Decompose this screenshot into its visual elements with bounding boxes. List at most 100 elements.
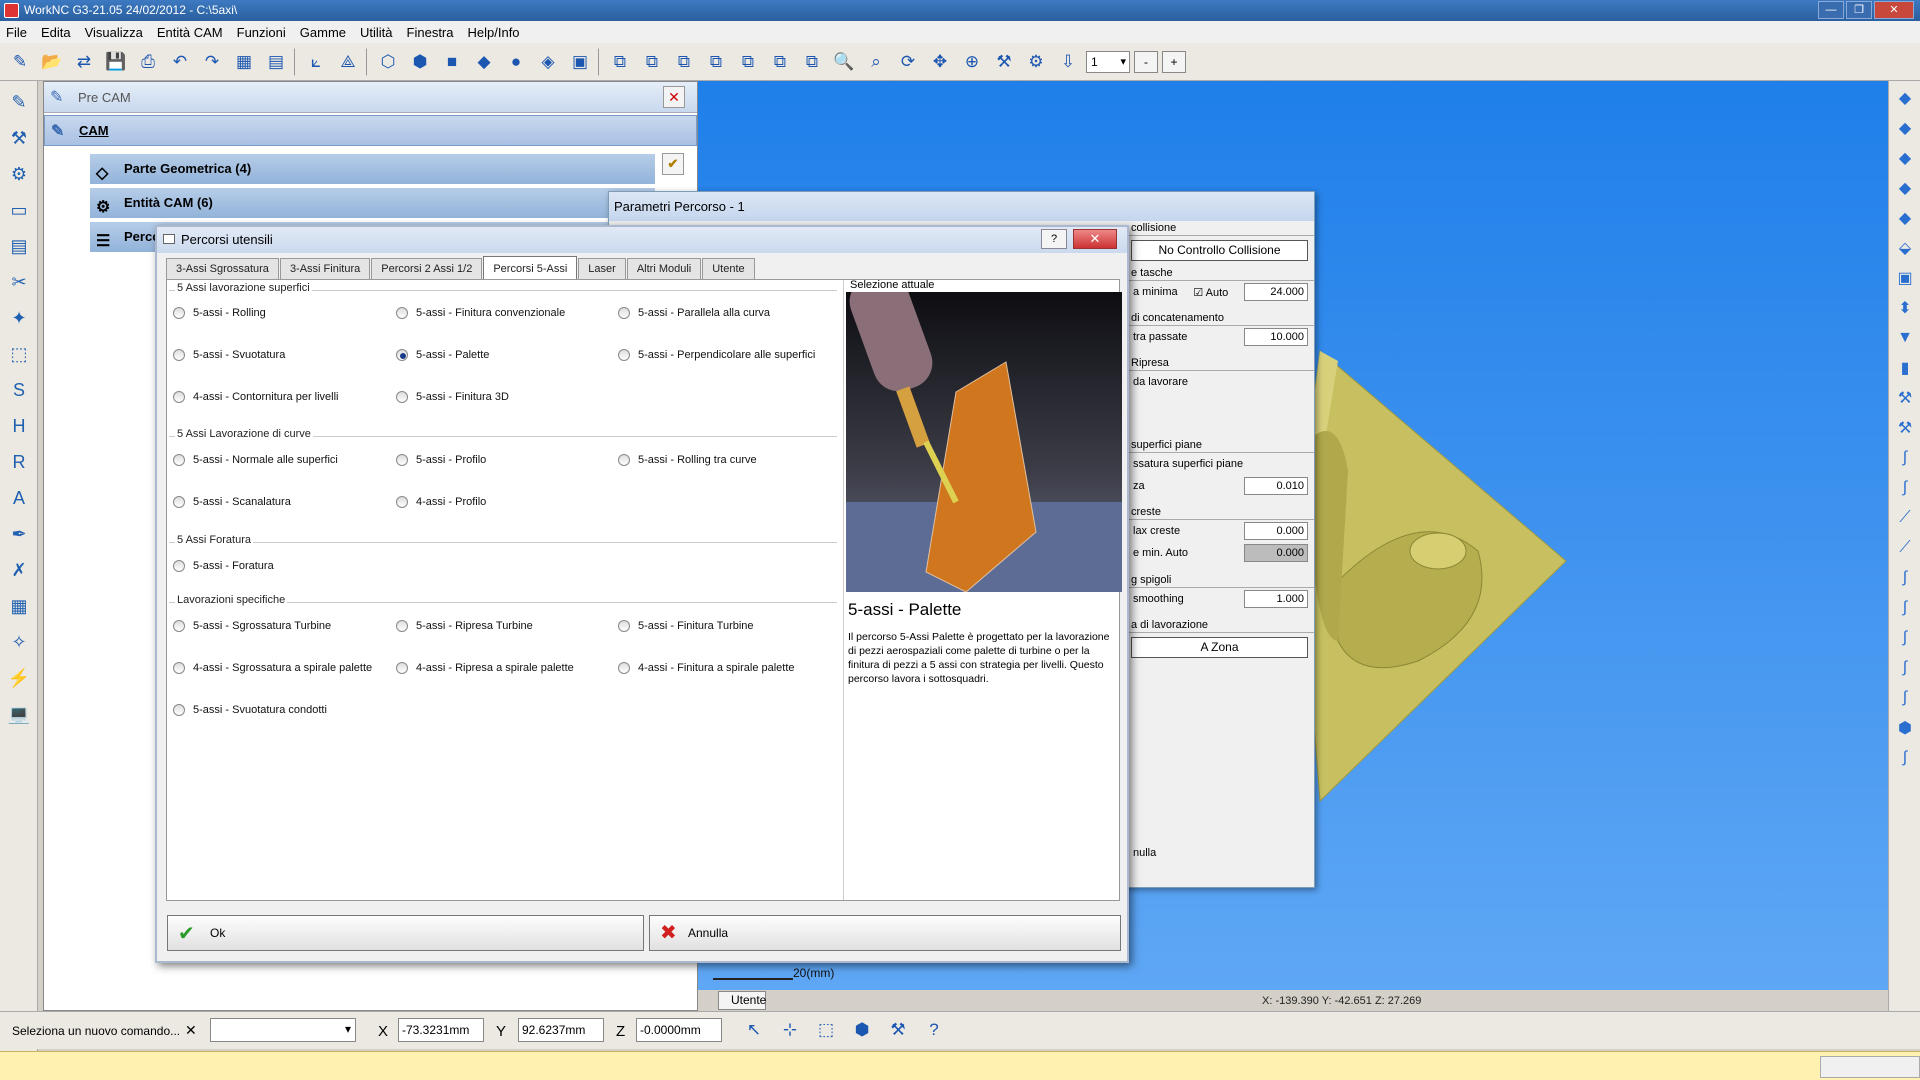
- zone-button[interactable]: A Zona: [1131, 637, 1308, 658]
- tab-laser[interactable]: Laser: [578, 258, 626, 280]
- tool-bar-icon[interactable]: ▮: [1892, 355, 1918, 381]
- radio-5assi-ripresa-turbine[interactable]: 5-assi - Ripresa Turbine: [396, 620, 533, 632]
- x-coordinate-input[interactable]: -73.3231mm: [398, 1018, 484, 1042]
- z-coordinate-input[interactable]: -0.0000mm: [636, 1018, 722, 1042]
- cam-header[interactable]: ✎ CAM ✔: [44, 115, 697, 175]
- radio-5assi-finitura-turbine[interactable]: 5-assi - Finitura Turbine: [618, 620, 754, 632]
- cancel-button[interactable]: ✖ Annulla: [649, 915, 1121, 951]
- min-value-input[interactable]: 24.000: [1243, 283, 1308, 301]
- path-1-icon[interactable]: ∫: [1892, 445, 1918, 471]
- tool-r-icon[interactable]: R: [4, 447, 34, 477]
- view-iso-icon[interactable]: ⬡: [374, 48, 402, 76]
- radio-5assi-palette[interactable]: 5-assi - Palette: [396, 349, 489, 361]
- layer-select[interactable]: 1: [1086, 50, 1130, 73]
- maximize-button[interactable]: ❐: [1846, 1, 1872, 19]
- view-bottom-icon[interactable]: ⧉: [766, 48, 794, 76]
- cancel-label[interactable]: nulla: [1133, 847, 1156, 859]
- menu-finestra[interactable]: Finestra: [407, 25, 454, 40]
- cube-blue-icon[interactable]: ◆: [1892, 145, 1918, 171]
- tab-3assi-finitura[interactable]: 3-Assi Finitura: [279, 258, 371, 280]
- radio-4assi-finitura-spirale[interactable]: 4-assi - Finitura a spirale palette: [618, 662, 795, 674]
- tool-magic-icon[interactable]: ✧: [4, 627, 34, 657]
- help-pointer-icon[interactable]: ?: [920, 1016, 948, 1044]
- tab-utente[interactable]: Utente: [702, 258, 755, 280]
- tab-utente[interactable]: Utente: [718, 991, 766, 1010]
- select-color-icon[interactable]: ⬢: [848, 1016, 876, 1044]
- radio-4assi-profilo[interactable]: 4-assi - Profilo: [396, 496, 486, 508]
- tab-altri-moduli[interactable]: Altri Moduli: [626, 258, 702, 280]
- view-color-icon[interactable]: ◈: [534, 48, 562, 76]
- auto-checkbox[interactable]: ☑ Auto: [1193, 286, 1228, 299]
- minimize-button[interactable]: —: [1818, 1, 1844, 19]
- print-icon[interactable]: ⎙: [134, 48, 162, 76]
- grid-icon[interactable]: ▦: [230, 48, 258, 76]
- help-button[interactable]: ?: [1041, 229, 1067, 249]
- tool-a-letter-icon[interactable]: A: [4, 483, 34, 513]
- import-icon[interactable]: ⇄: [70, 48, 98, 76]
- path-7-icon[interactable]: ∫: [1892, 625, 1918, 651]
- radio-5assi-rolling[interactable]: 5-assi - Rolling: [173, 307, 266, 319]
- menu-gamme[interactable]: Gamme: [300, 25, 346, 40]
- pan-icon[interactable]: ✥: [926, 48, 954, 76]
- check-icon[interactable]: ✔: [662, 153, 684, 175]
- tool-path-icon[interactable]: ⚒: [4, 123, 34, 153]
- zoom-window-icon[interactable]: ⌕: [862, 48, 890, 76]
- redo-icon[interactable]: ↷: [198, 48, 226, 76]
- drill-icon[interactable]: ⬙: [1892, 235, 1918, 261]
- view-wire-icon[interactable]: ⬢: [406, 48, 434, 76]
- close-button[interactable]: ✕: [1073, 229, 1117, 249]
- select-arrow-icon[interactable]: ↖: [740, 1016, 768, 1044]
- menu-edita[interactable]: Edita: [41, 25, 71, 40]
- save-icon[interactable]: 💾: [102, 48, 130, 76]
- tool-layer-icon[interactable]: ▤: [4, 231, 34, 261]
- view-front-icon[interactable]: ⧉: [638, 48, 666, 76]
- y-coordinate-input[interactable]: 92.6237mm: [518, 1018, 604, 1042]
- radio-5assi-sgrossatura-turbine[interactable]: 5-assi - Sgrossatura Turbine: [173, 620, 331, 632]
- radio-4assi-sgrossatura-spirale[interactable]: 4-assi - Sgrossatura a spirale palette: [173, 662, 372, 674]
- tool-holder-icon[interactable]: ⬍: [1892, 295, 1918, 321]
- tool-a-icon[interactable]: ⚒: [990, 48, 1018, 76]
- close-icon[interactable]: ✕: [663, 86, 685, 108]
- tool-b-icon[interactable]: ⚙: [1022, 48, 1050, 76]
- view-left-icon[interactable]: ⧉: [702, 48, 730, 76]
- tool-brush-icon[interactable]: ✎: [4, 87, 34, 117]
- plus-button[interactable]: +: [1162, 50, 1186, 73]
- tool-select-icon[interactable]: ⬚: [4, 339, 34, 369]
- cube-color-icon[interactable]: ◆: [1892, 175, 1918, 201]
- select-tool-icon[interactable]: ⚒: [884, 1016, 912, 1044]
- screen-icon[interactable]: ▣: [1892, 265, 1918, 291]
- view-shaded-icon[interactable]: ■: [438, 48, 466, 76]
- radio-4assi-contornitura[interactable]: 4-assi - Contornitura per livelli: [173, 391, 339, 403]
- tool-star-icon[interactable]: ✦: [4, 303, 34, 333]
- view-back-icon[interactable]: ⧉: [734, 48, 762, 76]
- path-5-icon[interactable]: ∫: [1892, 565, 1918, 591]
- radio-5assi-normale[interactable]: 5-assi - Normale alle superfici: [173, 454, 338, 466]
- tree-item-entita-cam[interactable]: ⚙ Entità CAM (6): [90, 188, 655, 218]
- new-file-icon[interactable]: ✎: [6, 48, 34, 76]
- tab-2assi[interactable]: Percorsi 2 Assi 1/2: [371, 258, 483, 280]
- tool-block-icon[interactable]: ▭: [4, 195, 34, 225]
- tool-pen-icon[interactable]: ✒: [4, 519, 34, 549]
- radio-5assi-parallela-curva[interactable]: 5-assi - Parallela alla curva: [618, 307, 770, 319]
- tool-cross-icon[interactable]: ✗: [4, 555, 34, 585]
- minus-button[interactable]: -: [1134, 50, 1158, 73]
- undo-icon[interactable]: ↶: [166, 48, 194, 76]
- tool-c-icon[interactable]: ⇩: [1054, 48, 1082, 76]
- tool-h-icon[interactable]: H: [4, 411, 34, 441]
- cube-pink-icon[interactable]: ◆: [1892, 205, 1918, 231]
- close-button[interactable]: ✕: [1874, 1, 1914, 19]
- tool-lightning-icon[interactable]: ⚡: [4, 663, 34, 693]
- tool-s-icon[interactable]: S: [4, 375, 34, 405]
- zoom-icon[interactable]: 🔍: [830, 48, 858, 76]
- smoothing-input[interactable]: 1.000: [1244, 590, 1308, 608]
- path-11-icon[interactable]: ∫: [1892, 745, 1918, 771]
- menu-file[interactable]: File: [6, 25, 27, 40]
- path-8-icon[interactable]: ∫: [1892, 655, 1918, 681]
- radio-4assi-ripresa-spirale[interactable]: 4-assi - Ripresa a spirale palette: [396, 662, 574, 674]
- view-custom-icon[interactable]: ⧉: [798, 48, 826, 76]
- path-10-icon[interactable]: ⬢: [1892, 715, 1918, 741]
- tool-cut-icon[interactable]: ✂: [4, 267, 34, 297]
- tab-3assi-sgrossatura[interactable]: 3-Assi Sgrossatura: [166, 258, 279, 280]
- precam-header[interactable]: ✎ Pre CAM ✕: [44, 82, 697, 113]
- path-4-icon[interactable]: ⟋: [1892, 535, 1918, 561]
